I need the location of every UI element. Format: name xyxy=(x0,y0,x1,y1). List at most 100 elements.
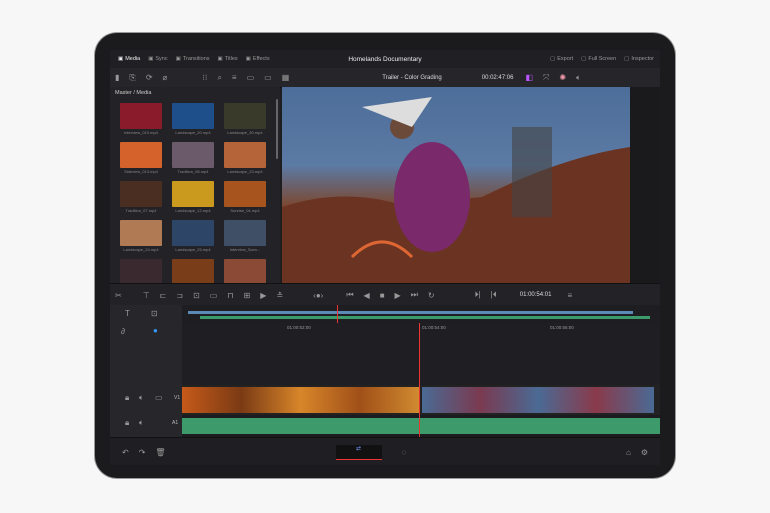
overwrite-icon[interactable]: ⊏ xyxy=(160,291,167,300)
sync-icon: ▣ xyxy=(148,56,154,62)
transitions-icon: ▣ xyxy=(175,56,181,62)
tab-sync[interactable]: ▣ Sync xyxy=(148,56,167,62)
media-clip[interactable]: Interview_Scen... xyxy=(224,220,266,252)
pool-path: Master / Media xyxy=(115,90,152,96)
prev-edit-icon[interactable]: |⏴ xyxy=(491,290,497,300)
audio-icon[interactable]: 🔈︎ xyxy=(576,73,581,83)
edit-tool-icon[interactable]: ✂ xyxy=(115,291,122,300)
media-clip[interactable]: Landscape_24.mp4 xyxy=(120,220,162,252)
sort-icon[interactable]: ≡ xyxy=(232,73,237,82)
media-clip[interactable]: Sunrise_04.mp4 xyxy=(224,181,266,213)
insert-icon[interactable]: ⊤ xyxy=(143,291,150,300)
layout-icon-2[interactable]: ▭ xyxy=(264,73,272,82)
color-icon[interactable]: ◧ xyxy=(525,73,533,82)
media-clip[interactable]: Landscape_30.mp4 xyxy=(224,103,266,135)
audio-lock-icon[interactable]: 🔒︎ xyxy=(125,418,129,428)
ruler-tick: 01:00:54:00 xyxy=(422,325,446,330)
media-clip[interactable]: Landscape_23.mp4 xyxy=(224,142,266,174)
audio-clip-waveform[interactable] xyxy=(182,418,660,434)
inspector-button[interactable]: ▢ Inspector xyxy=(624,56,654,62)
sliders-icon[interactable]: ≛ xyxy=(276,291,283,300)
title-tool-icon[interactable]: T xyxy=(125,309,130,318)
media-clip[interactable]: Sideview_013.mp4 xyxy=(120,142,162,174)
media-clip[interactable]: Landscape_12.mp4 xyxy=(172,181,214,213)
video-track-label: V1 xyxy=(174,395,181,401)
import-icon[interactable]: ⎘ xyxy=(129,73,135,83)
snap-icon[interactable]: ∂ xyxy=(121,327,125,336)
next-edit-icon[interactable]: ⏵| xyxy=(475,290,481,300)
blue-dot-icon[interactable]: ● xyxy=(153,326,158,335)
pool-scrollbar[interactable] xyxy=(276,99,278,159)
search-icon[interactable]: ⌕ xyxy=(217,73,221,83)
media-clip[interactable]: Tradition_07.mp4 xyxy=(120,181,162,213)
reverse-icon[interactable]: ◀ xyxy=(364,291,370,300)
export-button[interactable]: ▢ Export xyxy=(550,56,573,62)
timeline-name[interactable]: Trailer - Color Grading xyxy=(382,75,441,81)
lock-icon[interactable]: 🔒︎ xyxy=(125,393,129,403)
color-page-icon[interactable]: ◌ xyxy=(402,448,407,457)
media-clip[interactable]: Interview_010.mp4 xyxy=(120,103,162,135)
audio-speaker-icon[interactable]: 🔈︎ xyxy=(139,418,144,428)
timeline-ruler[interactable]: 01:00:52:00 01:00:54:00 01:00:56:00 xyxy=(182,323,660,385)
settings-icon[interactable]: ⚙ xyxy=(641,448,648,457)
video-viewer[interactable] xyxy=(282,87,630,283)
audio-mute-icon[interactable]: 🔈︎ xyxy=(139,393,144,403)
smart-insert-icon[interactable]: ▶ xyxy=(260,291,266,300)
tab-titles[interactable]: ▣ Titles xyxy=(218,56,238,62)
clip-thumbnail xyxy=(120,220,162,246)
effects-icon[interactable]: ✺ xyxy=(559,73,566,82)
transform-icon[interactable]: ⤧ xyxy=(543,73,549,83)
cut-page-button[interactable]: ⇄ xyxy=(335,444,382,460)
crop-icon[interactable]: ⊡ xyxy=(151,309,158,318)
clip-thumbnail xyxy=(224,181,266,207)
tab-effects[interactable]: ▣ Effects xyxy=(246,56,270,62)
panel-toggle-icon[interactable]: ▮ xyxy=(115,73,119,82)
fit-icon[interactable]: ⊡ xyxy=(193,291,200,300)
media-pool: Master / Media Interview_010.mp4 Landscap… xyxy=(110,87,280,291)
grid-view-icon[interactable]: ⁝⁝ xyxy=(202,73,207,82)
tab-label: Effects xyxy=(252,56,270,62)
video-toggle-icon[interactable]: ▭ xyxy=(155,393,163,402)
button-label: Export xyxy=(557,56,574,62)
viewer-layout-icon[interactable]: ▦ xyxy=(282,73,290,82)
layout-icon[interactable]: ▭ xyxy=(247,73,255,82)
go-end-icon[interactable]: ⏭ xyxy=(411,290,418,300)
go-start-icon[interactable]: ⏮ xyxy=(346,290,353,300)
place-top-icon[interactable]: ▭ xyxy=(210,291,218,300)
menu-icon[interactable]: ≡ xyxy=(567,291,572,300)
clip-name: Landscape_20.mp4 xyxy=(175,130,211,135)
clip-name: Landscape_25.mp4 xyxy=(175,247,211,252)
clip-thumbnail xyxy=(224,103,266,129)
video-clip-dancer[interactable] xyxy=(422,387,654,413)
export-icon: ▢ xyxy=(550,56,556,62)
media-clip[interactable]: Landscape_25.mp4 xyxy=(172,220,214,252)
sync-bin-icon[interactable]: ⟳ xyxy=(146,73,153,82)
replace-icon[interactable]: ⊐ xyxy=(176,291,183,300)
ripple-icon[interactable]: ⊞ xyxy=(244,291,251,300)
append-icon[interactable]: ⊓ xyxy=(227,291,233,300)
tab-media[interactable]: ▣ Media xyxy=(118,56,140,62)
mini-timeline[interactable] xyxy=(182,305,660,323)
clip-name: Landscape_23.mp4 xyxy=(227,169,263,174)
trash-icon[interactable]: 🗑︎ xyxy=(155,448,165,457)
video-clip-sunset[interactable] xyxy=(182,387,419,413)
undo-icon[interactable]: ↶ xyxy=(122,448,129,457)
home-icon[interactable]: ⌂ xyxy=(626,448,631,457)
audio-meter xyxy=(630,87,660,283)
play-icon[interactable]: ▶ xyxy=(395,291,401,300)
tab-transitions[interactable]: ▣ Transitions xyxy=(176,56,210,62)
full-screen-button[interactable]: ▢ Full Screen xyxy=(581,56,616,62)
stop-icon[interactable]: ■ xyxy=(380,291,385,300)
tag-icon[interactable]: ⌀ xyxy=(163,73,168,82)
clip-thumbnail xyxy=(172,103,214,129)
media-clip[interactable]: Landscape_20.mp4 xyxy=(172,103,214,135)
redo-icon[interactable]: ↷ xyxy=(139,448,146,457)
audio-track[interactable] xyxy=(182,415,660,437)
video-track[interactable] xyxy=(182,385,660,415)
media-clip[interactable]: Tradition_08.mp4 xyxy=(172,142,214,174)
loop-icon[interactable]: ↻ xyxy=(428,291,435,300)
jog-icon[interactable]: ‹●› xyxy=(313,291,323,300)
playhead[interactable] xyxy=(419,323,420,437)
clip-name: Sideview_013.mp4 xyxy=(124,169,158,174)
clip-name: Sunrise_04.mp4 xyxy=(230,208,260,213)
